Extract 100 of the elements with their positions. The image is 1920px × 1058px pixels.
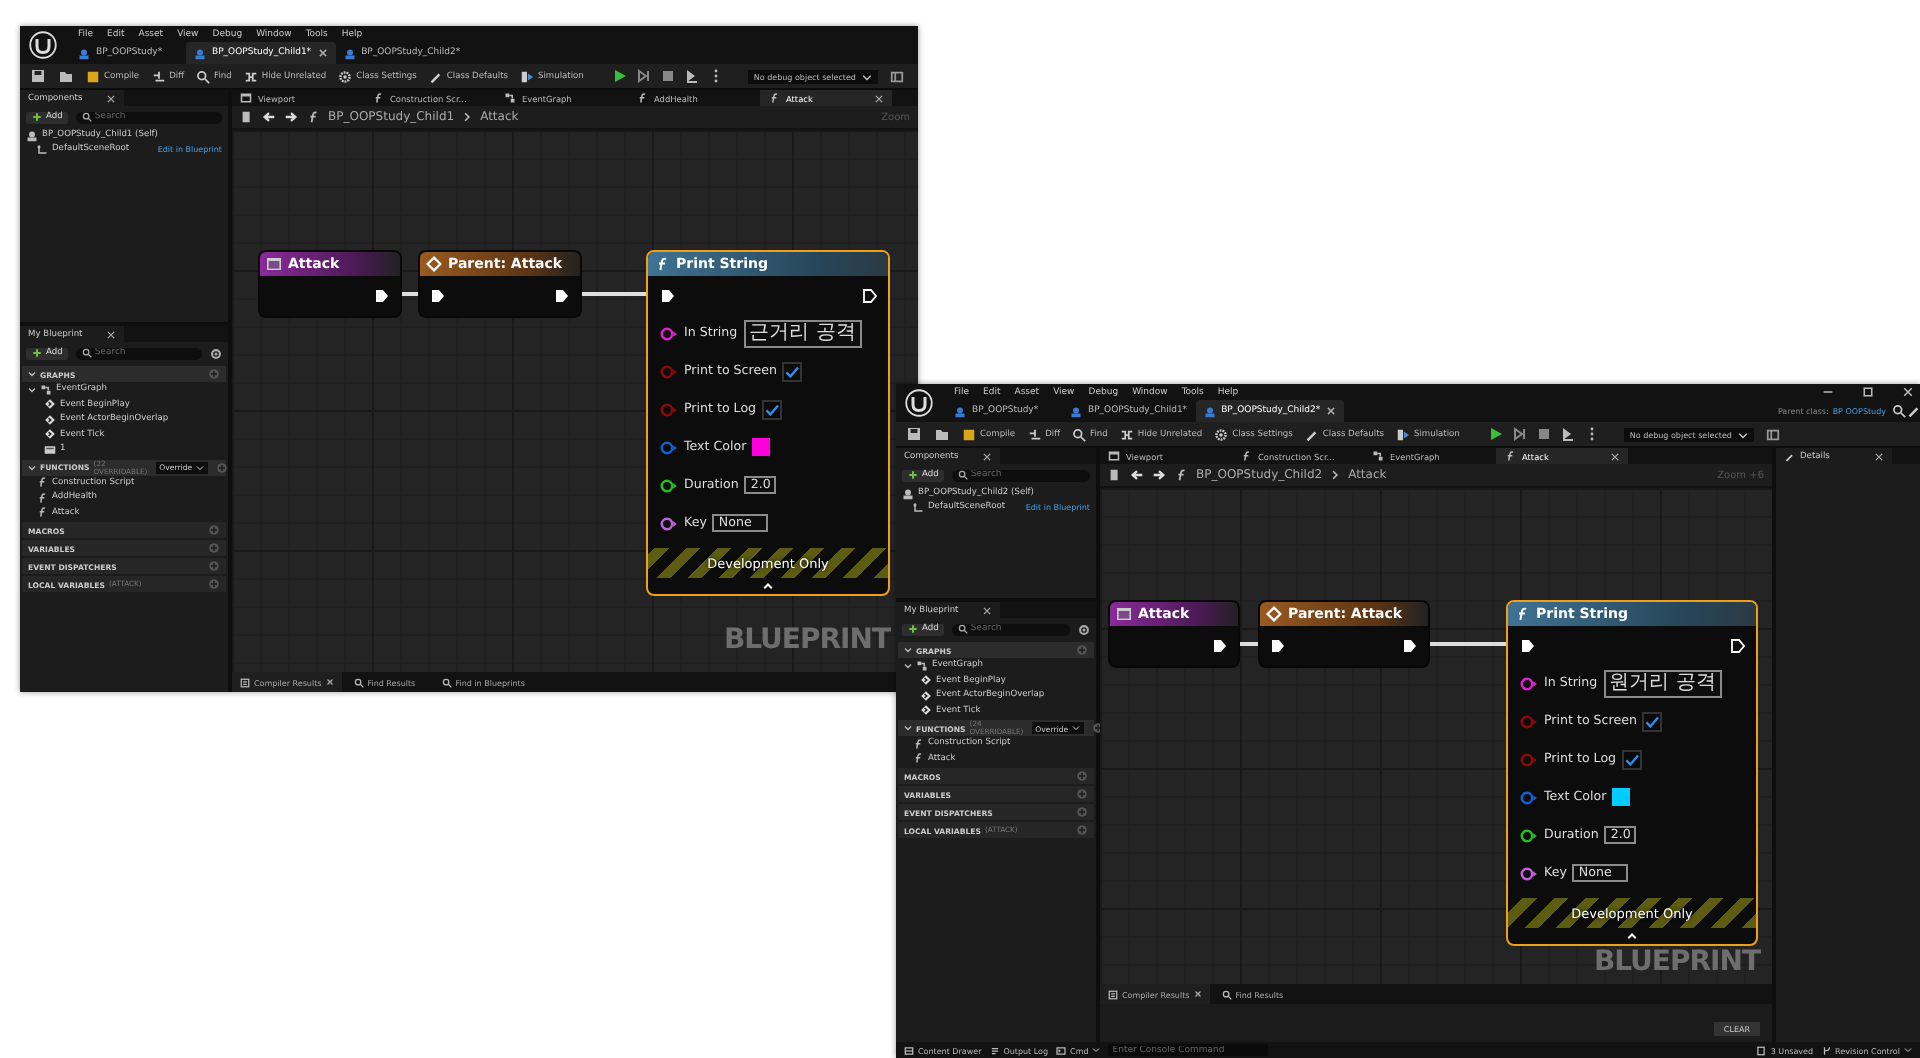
close-icon[interactable] [325,678,334,686]
add-icon[interactable] [216,461,229,473]
logo-icon[interactable] [28,30,58,60]
close-icon[interactable] [1610,451,1620,461]
compile-icon [86,69,100,83]
function-icon [636,92,648,104]
exec-pin-icon[interactable] [374,288,390,304]
blueprint-icon [78,47,90,59]
function-icon [768,92,780,104]
caret-icon [1072,724,1081,732]
caret-icon [1092,1046,1101,1054]
color-swatch[interactable] [1612,788,1631,806]
close-icon[interactable] [106,93,116,103]
exec-pin-icon[interactable] [1270,638,1286,654]
close-icon[interactable] [1874,451,1884,461]
chevron-up-icon[interactable] [762,580,774,592]
pin-icon[interactable] [660,439,678,455]
function-entry-icon [266,256,282,272]
graph-watermark: BLUEPRINT [723,624,890,656]
save-icon[interactable] [906,426,922,442]
search-icon[interactable] [1892,404,1906,418]
maximize-icon[interactable] [1862,386,1874,398]
exec-pin-icon[interactable] [1212,638,1228,654]
close-icon[interactable] [317,48,328,58]
save-icon[interactable] [30,68,46,84]
checkbox[interactable] [1622,749,1643,769]
forward-arrow-icon[interactable] [1152,468,1166,482]
pin-icon[interactable] [1520,675,1538,691]
function-icon [654,256,670,272]
checkbox[interactable] [782,361,803,381]
close-icon[interactable] [982,451,992,461]
function-icon [1240,450,1252,462]
exec-pin-icon[interactable] [1402,638,1418,654]
exec-pin-icon[interactable] [430,288,446,304]
chevron-right-icon [1330,470,1341,480]
pencil-icon[interactable] [1906,404,1920,418]
plus-icon [908,470,918,480]
search-icon [196,69,211,83]
scene-root-icon [912,501,924,513]
gear-icon [1214,427,1229,441]
pin-value-field[interactable]: 원거리 공격 [1603,669,1722,697]
play-icon[interactable] [611,68,628,84]
eject-icon[interactable] [683,68,700,84]
forward-arrow-icon[interactable] [284,110,298,124]
minimize-icon[interactable] [1822,386,1834,398]
blueprint-icon [194,47,206,59]
close-icon[interactable] [1902,386,1914,398]
exec-pin-icon[interactable] [862,287,878,303]
stop-icon[interactable] [659,68,676,84]
close-icon[interactable] [1193,990,1202,998]
function-icon [372,92,384,104]
page-icon[interactable] [240,110,254,124]
close-icon[interactable] [106,329,116,339]
search-icon [1221,989,1232,999]
close-icon[interactable] [1326,406,1337,416]
browse-icon[interactable] [889,69,904,83]
exec-pin-icon[interactable] [554,288,570,304]
pin-value-field[interactable]: 근거리 공격 [743,319,862,347]
color-swatch[interactable] [752,438,771,456]
step-icon[interactable] [1511,426,1528,442]
drawer-icon [904,1045,914,1055]
chevron-right-icon [462,112,473,122]
folder-icon[interactable] [58,68,74,84]
exec-wire [1430,642,1506,645]
close-icon[interactable] [982,605,992,615]
step-icon[interactable] [635,68,652,84]
pin-icon[interactable] [660,477,678,493]
stop-icon[interactable] [1535,426,1552,442]
folder-icon[interactable] [934,426,950,442]
search-icon [82,112,93,122]
logo-icon[interactable] [904,388,934,418]
page-icon[interactable] [1108,468,1122,482]
pin-icon[interactable] [660,325,678,341]
pin-icon[interactable] [660,515,678,531]
checkbox[interactable] [762,399,783,419]
blueprint-icon [1203,405,1216,417]
pin-icon[interactable] [1520,827,1538,843]
close-icon[interactable] [874,93,884,103]
results-icon [1108,989,1118,999]
search-icon [1072,427,1087,441]
gear-icon[interactable] [1078,623,1090,635]
caret-icon [196,463,205,471]
scene-root-icon [36,143,48,155]
checkbox[interactable] [1642,711,1663,731]
play-icon[interactable] [1487,426,1504,442]
gear-icon[interactable] [210,347,222,359]
pin-icon[interactable] [1520,865,1538,881]
simulation-icon [520,69,534,83]
back-arrow-icon[interactable] [262,110,276,124]
eject-icon[interactable] [1559,426,1576,442]
exec-pin-icon[interactable] [1730,637,1746,653]
blueprint-icon [343,47,356,59]
browse-icon[interactable] [1765,427,1780,441]
pin-icon[interactable] [1520,789,1538,805]
branch-icon [1821,1045,1832,1055]
back-arrow-icon[interactable] [1130,468,1144,482]
file-icon [1756,1045,1767,1055]
chevron-up-icon[interactable] [1626,930,1638,942]
exec-pin-icon[interactable] [660,287,676,303]
exec-pin-icon[interactable] [1520,637,1536,653]
